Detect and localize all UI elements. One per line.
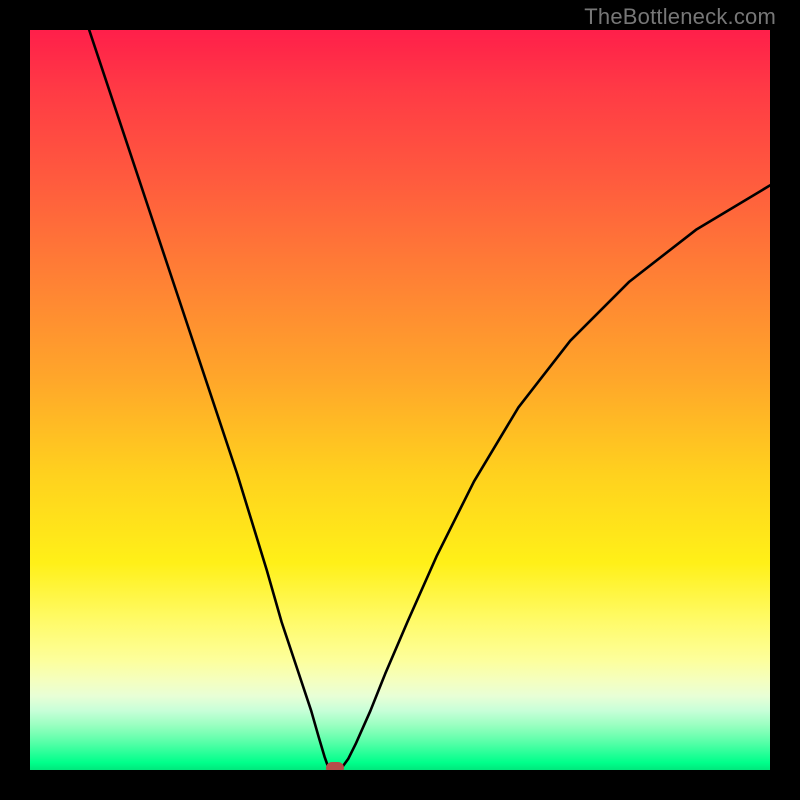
balance-point-marker [326,762,344,770]
watermark-text: TheBottleneck.com [584,4,776,30]
plot-area [30,30,770,770]
chart-frame: TheBottleneck.com [0,0,800,800]
bottleneck-curve [30,30,770,770]
curve-right-segment [342,185,770,767]
curve-left-segment [89,30,328,767]
